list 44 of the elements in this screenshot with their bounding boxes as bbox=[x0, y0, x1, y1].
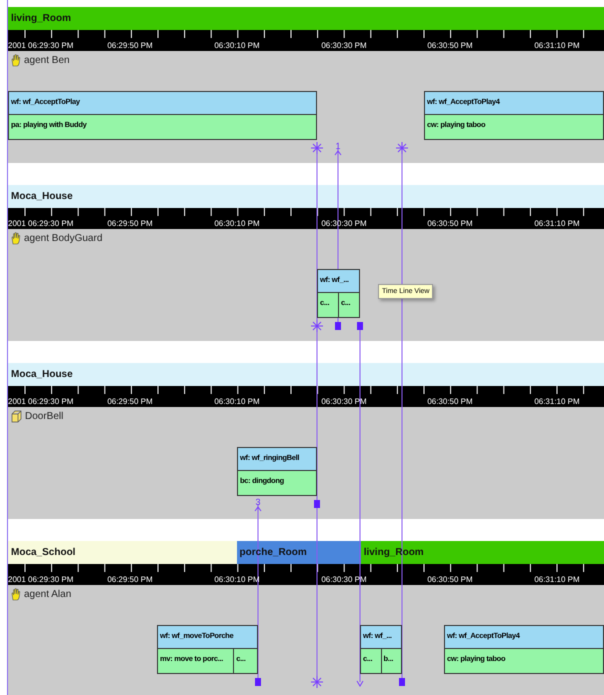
time-label: 06:30:10 PM bbox=[214, 397, 260, 406]
location-label: Moca_House bbox=[11, 369, 73, 380]
square-marker-icon bbox=[314, 500, 320, 508]
star-marker-icon bbox=[310, 676, 324, 688]
time-label: 06:29:50 PM bbox=[107, 397, 153, 406]
location-label: Moca_House bbox=[11, 191, 73, 202]
time-label: 06:29:50 PM bbox=[107, 41, 153, 50]
lane-label: agent BodyGuard bbox=[24, 233, 102, 244]
time-label: 2001 06:29:30 PM bbox=[8, 41, 74, 50]
square-marker-icon bbox=[255, 678, 261, 686]
time-label: 06:29:50 PM bbox=[107, 219, 153, 228]
time-label: 06:30:50 PM bbox=[427, 41, 473, 50]
square-marker-icon bbox=[399, 678, 405, 686]
time-label: 06:31:10 PM bbox=[534, 575, 580, 584]
lane-label: DoorBell bbox=[25, 411, 64, 422]
marker-label: 3 bbox=[256, 497, 260, 507]
lane-label: agent Ben bbox=[24, 55, 70, 66]
time-label: 2001 06:29:30 PM bbox=[8, 575, 74, 584]
square-marker-icon bbox=[357, 322, 363, 330]
time-label: 2001 06:29:30 PM bbox=[8, 397, 74, 406]
marker-label: 1 bbox=[336, 141, 340, 151]
square-marker-icon bbox=[335, 322, 341, 330]
star-marker-icon bbox=[396, 142, 408, 154]
hand-icon bbox=[11, 54, 21, 67]
time-label: 06:30:30 PM bbox=[321, 41, 367, 50]
time-label: 06:30:10 PM bbox=[214, 41, 260, 50]
lane-label: agent Alan bbox=[24, 589, 72, 600]
time-label: 06:30:50 PM bbox=[427, 397, 473, 406]
time-label: 2001 06:29:30 PM bbox=[8, 219, 74, 228]
time-label: 06:31:10 PM bbox=[534, 397, 580, 406]
time-label: 06:30:50 PM bbox=[427, 575, 473, 584]
hand-icon bbox=[11, 232, 21, 245]
star-marker-icon bbox=[310, 320, 324, 332]
time-label: 06:30:10 PM bbox=[214, 219, 260, 228]
time-label: 06:31:10 PM bbox=[534, 41, 580, 50]
location-label: living_Room bbox=[11, 13, 72, 24]
time-label: 06:31:10 PM bbox=[534, 219, 580, 228]
location-label: Moca_School bbox=[11, 547, 76, 558]
hand-icon bbox=[11, 588, 21, 601]
time-label: 06:29:50 PM bbox=[107, 575, 153, 584]
cube-icon bbox=[11, 410, 22, 423]
star-marker-icon bbox=[310, 142, 324, 154]
location-label: porche_Room bbox=[240, 547, 307, 558]
time-label: 06:30:50 PM bbox=[427, 219, 473, 228]
